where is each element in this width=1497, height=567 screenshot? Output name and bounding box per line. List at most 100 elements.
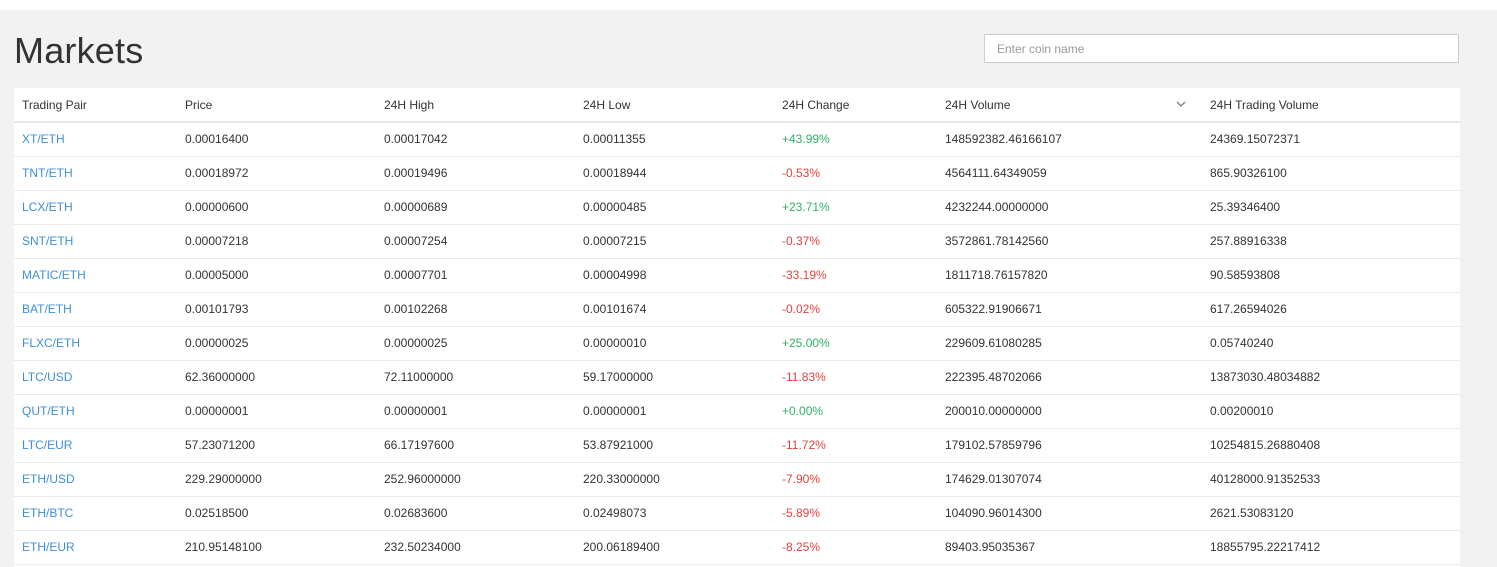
trading-pair-link[interactable]: BAT/ETH [14, 292, 177, 326]
change-cell: -11.83% [782, 370, 826, 384]
trading-volume-cell: 0.05740240 [1210, 336, 1274, 350]
table-row[interactable]: LTC/USD 62.36000000 72.11000000 59.17000000… [14, 360, 1460, 394]
price-cell: 0.00016400 [185, 132, 249, 147]
low-cell: 0.00011355 [583, 132, 646, 147]
trading-volume-cell: 13873030.48034882 [1210, 370, 1321, 384]
volume-cell: 104090.96014300 [945, 506, 1042, 520]
high-cell: 0.00007254 [384, 234, 448, 248]
change-cell: -5.89% [782, 506, 821, 520]
low-cell: 0.00000001 [583, 404, 647, 418]
trading-pair-link[interactable]: TNT/ETH [14, 156, 177, 190]
page-title: Markets [14, 30, 144, 71]
trading-volume-cell: 617.26594026 [1210, 302, 1287, 316]
trading-pair-link[interactable]: SNT/ETH [14, 224, 177, 258]
column-header-24h-volume[interactable]: 24H Volume [937, 88, 1202, 122]
trading-volume-cell: 24369.15072371 [1210, 132, 1301, 147]
high-cell: 232.50234000 [384, 540, 461, 554]
trading-pair-link[interactable]: QUT/ETH [14, 394, 177, 428]
trading-volume-cell: 25.39346400 [1210, 200, 1281, 214]
trading-volume-cell: 2621.53083120 [1210, 506, 1294, 520]
low-cell: 53.87921000 [583, 438, 654, 452]
low-cell: 0.00007215 [583, 234, 647, 248]
volume-cell: 89403.95035367 [945, 540, 1036, 554]
high-cell: 0.00000001 [384, 404, 448, 418]
table-row[interactable]: BAT/ETH 0.00101793 0.00102268 0.00101674 -0.… [14, 292, 1460, 326]
trading-volume-cell: 0.00200010 [1210, 404, 1274, 418]
volume-cell: 1811718.76157820 [945, 268, 1048, 282]
price-cell: 0.00018972 [185, 166, 249, 180]
column-header-24h-high[interactable]: 24H High [376, 88, 575, 122]
trading-pair-link[interactable]: ETH/BTC [14, 496, 177, 530]
low-cell: 200.06189400 [583, 540, 660, 554]
low-cell: 0.00018944 [583, 166, 647, 180]
high-cell: 0.00000689 [384, 200, 448, 214]
header-row: Trading Pair Price 24H High 24H Low 24H … [14, 88, 1460, 122]
change-cell: -33.19% [782, 268, 827, 282]
change-cell: +0.00% [782, 404, 824, 418]
table-row[interactable]: TNT/ETH 0.00018972 0.00019496 0.00018944 -0.… [14, 156, 1460, 190]
column-header-24h-trading-volume[interactable]: 24H Trading Volume [1202, 88, 1460, 122]
high-cell: 252.96000000 [384, 472, 461, 486]
volume-cell: 222395.48702066 [945, 370, 1042, 384]
price-cell: 62.36000000 [185, 370, 256, 384]
column-header-24h-low[interactable]: 24H Low [575, 88, 774, 122]
trading-volume-cell: 257.88916338 [1210, 234, 1287, 248]
trading-pair-link[interactable]: LTC/USD [14, 360, 177, 394]
trading-pair-link[interactable]: XT/ETH [14, 122, 177, 156]
trading-pair-link[interactable]: MATIC/ETH [14, 258, 177, 292]
low-cell: 0.02498073 [583, 506, 647, 520]
trading-volume-cell: 865.90326100 [1210, 166, 1287, 180]
price-cell: 0.00000025 [185, 336, 249, 350]
price-cell: 0.02518500 [185, 506, 249, 520]
high-cell: 0.00019496 [384, 166, 448, 180]
change-cell: -0.02% [782, 302, 821, 316]
high-cell: 0.00017042 [384, 132, 448, 147]
trading-pair-link[interactable]: FLXC/ETH [14, 326, 177, 360]
change-cell: -8.25% [782, 540, 821, 554]
table-row[interactable]: QUT/ETH 0.00000001 0.00000001 0.00000001 +0.… [14, 394, 1460, 428]
markets-table: Trading Pair Price 24H High 24H Low 24H … [14, 88, 1460, 565]
chevron-down-icon[interactable] [1175, 98, 1187, 110]
trading-volume-cell: 40128000.91352533 [1210, 472, 1321, 486]
column-header-24h-volume-label: 24H Volume [945, 97, 1011, 112]
price-cell: 0.00005000 [185, 268, 249, 282]
low-cell: 220.33000000 [583, 472, 660, 486]
volume-cell: 200010.00000000 [945, 404, 1042, 418]
volume-cell: 179102.57859796 [945, 438, 1042, 452]
change-cell: -0.37% [782, 234, 821, 248]
table-row[interactable]: SNT/ETH 0.00007218 0.00007254 0.00007215 -0.… [14, 224, 1460, 258]
volume-cell: 174629.01307074 [945, 472, 1042, 486]
price-cell: 0.00000600 [185, 200, 249, 214]
price-cell: 57.23071200 [185, 438, 256, 452]
high-cell: 0.00102268 [384, 302, 448, 316]
table-row[interactable]: ETH/BTC 0.02518500 0.02683600 0.02498073 -5.… [14, 496, 1460, 530]
table-row[interactable]: LCX/ETH 0.00000600 0.00000689 0.00000485 +23… [14, 190, 1460, 224]
coin-search-input[interactable] [984, 34, 1459, 63]
column-header-trading-pair[interactable]: Trading Pair [14, 88, 177, 122]
table-row[interactable]: MATIC/ETH 0.00005000 0.00007701 0.00004998 -… [14, 258, 1460, 292]
low-cell: 59.17000000 [583, 370, 654, 384]
high-cell: 0.00007701 [384, 268, 448, 282]
volume-cell: 148592382.46166107 [945, 132, 1062, 147]
table-row[interactable]: LTC/EUR 57.23071200 66.17197600 53.87921000… [14, 428, 1460, 462]
trading-volume-cell: 90.58593808 [1210, 268, 1281, 282]
low-cell: 0.00000485 [583, 200, 647, 214]
trading-pair-link[interactable]: ETH/USD [14, 462, 177, 496]
change-cell: -0.53% [782, 166, 821, 180]
table-row[interactable]: ETH/USD 229.29000000 252.96000000 220.33000… [14, 462, 1460, 496]
table-row[interactable]: XT/ETH 0.00016400 0.00017042 0.00011355 +43.… [14, 122, 1460, 156]
table-row[interactable]: FLXC/ETH 0.00000025 0.00000025 0.00000010 +2… [14, 326, 1460, 360]
table-row[interactable]: ETH/EUR 210.95148100 232.50234000 200.06189… [14, 530, 1460, 564]
low-cell: 0.00004998 [583, 268, 647, 282]
column-header-price[interactable]: Price [177, 88, 376, 122]
price-cell: 0.00101793 [185, 302, 249, 316]
price-cell: 0.00000001 [185, 404, 249, 418]
trading-pair-link[interactable]: LTC/EUR [14, 428, 177, 462]
high-cell: 72.11000000 [384, 370, 454, 384]
column-header-24h-change[interactable]: 24H Change [774, 88, 937, 122]
high-cell: 0.00000025 [384, 336, 448, 350]
high-cell: 66.17197600 [384, 438, 455, 452]
trading-pair-link[interactable]: ETH/EUR [14, 530, 177, 564]
high-cell: 0.02683600 [384, 506, 448, 520]
trading-pair-link[interactable]: LCX/ETH [14, 190, 177, 224]
